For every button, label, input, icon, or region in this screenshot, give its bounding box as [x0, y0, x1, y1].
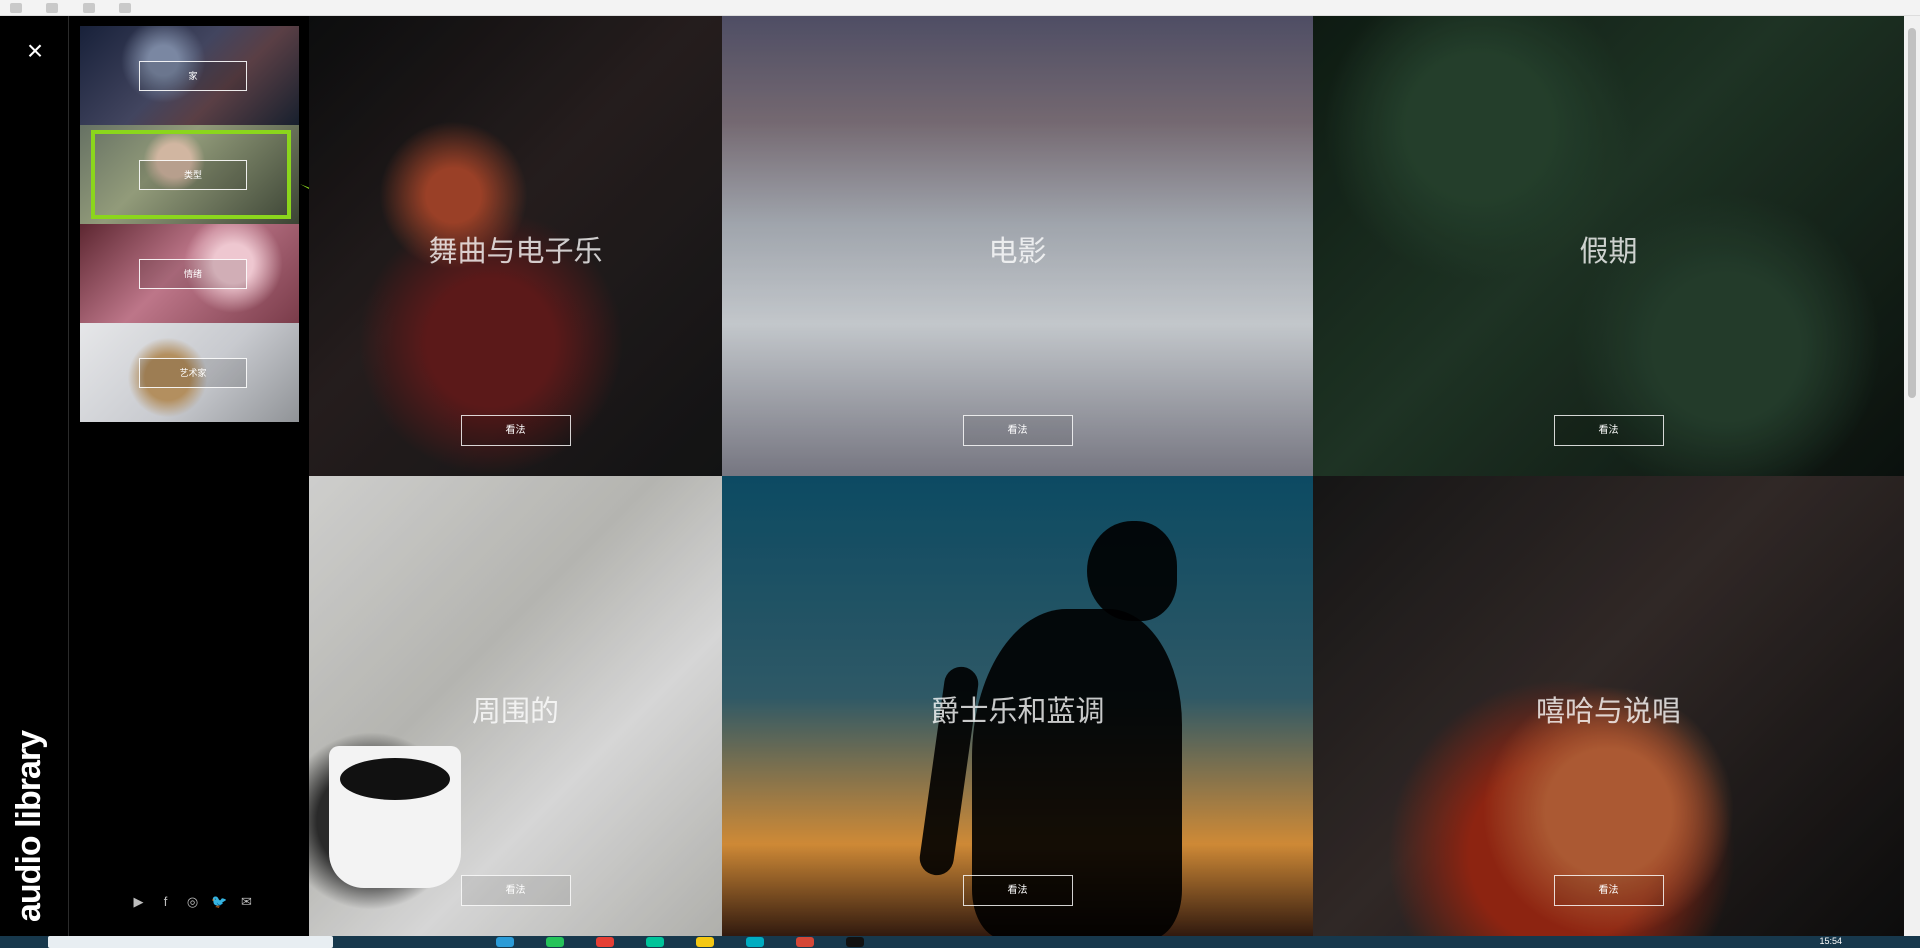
taskbar-clock: 15:54 [1819, 936, 1842, 946]
menu-home-button[interactable]: 家 [139, 61, 247, 91]
menu-genre-button[interactable]: 类型 [139, 160, 247, 190]
email-icon[interactable]: ✉ [238, 893, 255, 910]
app-icon[interactable] [496, 937, 514, 947]
vertical-scrollbar[interactable] [1904, 16, 1920, 936]
genre-title: 爵士乐和蓝调 [930, 695, 1105, 728]
genre-title: 舞曲与电子乐 [428, 235, 603, 268]
bookmark-icon [82, 3, 95, 13]
view-button[interactable]: 看法 [1553, 875, 1664, 906]
genre-card-ambient[interactable]: 周围的 看法 [309, 476, 722, 936]
view-button[interactable]: 看法 [962, 875, 1073, 906]
scroll-thumb[interactable] [1908, 28, 1916, 398]
app-name: audio library [10, 730, 48, 922]
app-icon[interactable] [696, 937, 714, 947]
bookmark-icon [10, 3, 22, 13]
menu-tile-mood[interactable]: 情绪 [80, 224, 299, 323]
taskbar-search[interactable] [48, 936, 333, 948]
menu-tile-home[interactable]: 家 [80, 26, 299, 125]
genre-grid: 舞曲与电子乐 看法 电影 看法 假期 看法 周围的 看法 爵士乐和蓝调 看法 嘻… [309, 16, 1904, 936]
bookmark-icon [119, 3, 132, 13]
brand-logo: audio library [10, 730, 60, 932]
app-icon[interactable] [746, 937, 764, 947]
genre-title: 周围的 [471, 695, 559, 728]
close-icon[interactable]: × [22, 37, 48, 65]
menu-tile-artist[interactable]: 艺术家 [80, 323, 299, 422]
app-icon[interactable] [846, 937, 864, 947]
menu-mood-button[interactable]: 情绪 [139, 259, 247, 289]
app-icon[interactable] [596, 937, 614, 947]
social-links: ▶ f ◎ 🐦 ✉ [130, 893, 255, 910]
view-button[interactable]: 看法 [460, 415, 571, 446]
windows-taskbar: 15:54 [0, 936, 1920, 948]
twitter-icon[interactable]: 🐦 [211, 893, 228, 910]
menu-tile-genre[interactable]: 类型 [80, 125, 299, 224]
genre-card-dance-electronic[interactable]: 舞曲与电子乐 看法 [309, 16, 722, 476]
youtube-icon[interactable]: ▶ [130, 893, 147, 910]
facebook-icon[interactable]: f [157, 893, 174, 910]
coffee-cup-image [329, 746, 461, 888]
genre-card-hiphop-rap[interactable]: 嘻哈与说唱 看法 [1313, 476, 1904, 936]
genre-navigation-menu: 家 类型 情绪 艺术家 ▶ f ◎ 🐦 ✉ [69, 16, 309, 936]
browser-bookmark-bar [0, 0, 1920, 16]
instagram-icon[interactable]: ◎ [184, 893, 201, 910]
app-icon[interactable] [646, 937, 664, 947]
genre-title: 假期 [1579, 235, 1638, 268]
genre-title: 电影 [988, 235, 1047, 268]
genre-card-film[interactable]: 电影 看法 [722, 16, 1313, 476]
view-button[interactable]: 看法 [1553, 415, 1664, 446]
view-button[interactable]: 看法 [460, 875, 571, 906]
genre-card-jazz-blues[interactable]: 爵士乐和蓝调 看法 [722, 476, 1313, 936]
app-icon[interactable] [546, 937, 564, 947]
saxophonist-head-image [1087, 521, 1177, 621]
left-rail: × audio library [0, 16, 69, 936]
view-button[interactable]: 看法 [962, 415, 1073, 446]
app-icon[interactable] [796, 937, 814, 947]
genre-title: 嘻哈与说唱 [1535, 695, 1681, 728]
genre-card-holiday[interactable]: 假期 看法 [1313, 16, 1904, 476]
menu-artist-button[interactable]: 艺术家 [139, 358, 247, 388]
bookmark-icon [46, 3, 59, 13]
